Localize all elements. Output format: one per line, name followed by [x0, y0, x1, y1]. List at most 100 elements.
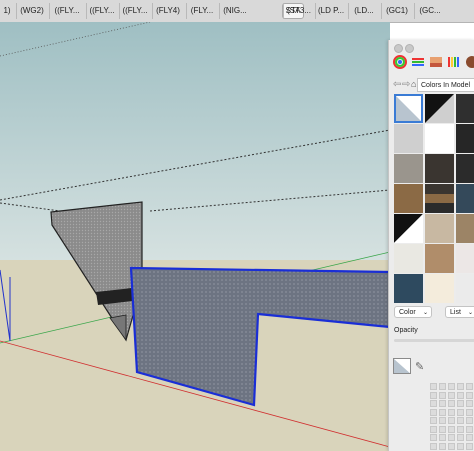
document-tab[interactable]: (GC...: [414, 3, 445, 19]
home-icon[interactable]: ⌂: [411, 79, 416, 89]
palette-cell[interactable]: [448, 408, 455, 416]
palette-cell[interactable]: [466, 408, 473, 416]
palette-cell[interactable]: [439, 400, 446, 407]
material-swatch-black-white[interactable]: [425, 94, 454, 123]
material-swatch-off-white[interactable]: [394, 244, 423, 273]
document-tab[interactable]: ((FLY...: [49, 3, 84, 19]
material-swatch-stone[interactable]: [394, 154, 423, 183]
palette-cell[interactable]: [439, 417, 446, 424]
document-tab-bar: 1) (WG2) ((FLY... ((FLY... ((FLY... (FLY4) (FL…: [0, 0, 474, 23]
palette-grid: [430, 383, 474, 451]
scene-canvas[interactable]: [0, 22, 390, 451]
opacity-slider[interactable]: [394, 339, 474, 342]
material-swatch-mixed-brown[interactable]: [425, 184, 454, 213]
material-swatch-dark-wood[interactable]: [425, 154, 454, 183]
opacity-label: Opacity: [394, 327, 418, 334]
document-tab[interactable]: (ST3...: [283, 3, 314, 19]
minimize-window-button[interactable]: [405, 44, 414, 53]
palette-cell[interactable]: [448, 442, 455, 450]
document-tab[interactable]: (LD P...: [315, 3, 346, 19]
palette-cell[interactable]: [439, 408, 446, 416]
view-mode-value: List: [450, 309, 461, 316]
document-tab[interactable]: (WG2): [16, 3, 47, 19]
palette-cell[interactable]: [448, 417, 455, 424]
palette-cell[interactable]: [457, 434, 464, 441]
palette-cell[interactable]: [466, 391, 473, 399]
palette-cell[interactable]: [466, 383, 473, 390]
color-mode-value: Color: [399, 309, 416, 316]
palette-cell[interactable]: [466, 434, 473, 441]
palette-cell[interactable]: [448, 400, 455, 407]
palette-cell[interactable]: [439, 425, 446, 433]
palette-cell[interactable]: [430, 425, 437, 433]
material-swatch-light-gray[interactable]: [394, 124, 423, 153]
material-swatch-cream[interactable]: [425, 274, 454, 303]
material-swatch-white-marble[interactable]: [456, 244, 474, 273]
document-tab[interactable]: (FLY...: [186, 3, 217, 19]
sample-paint-eyedropper-icon[interactable]: ✎: [415, 360, 424, 373]
palette-cell[interactable]: [457, 425, 464, 433]
color-wheel-icon[interactable]: [393, 55, 407, 69]
document-tab[interactable]: ((FLY...: [119, 3, 150, 19]
palette-cell[interactable]: [430, 442, 437, 450]
color-mode-select[interactable]: Color ⌄: [394, 306, 432, 318]
palette-cell[interactable]: [457, 408, 464, 416]
palette-cell[interactable]: [466, 425, 473, 433]
palette-cell[interactable]: [448, 391, 455, 399]
palette-cell[interactable]: [457, 442, 464, 450]
material-swatch-pale-gray[interactable]: [456, 274, 474, 303]
chevron-down-icon: ⌄: [467, 310, 473, 316]
color-sliders-icon[interactable]: [411, 55, 425, 69]
palette-cell[interactable]: [466, 400, 473, 407]
crayons-icon[interactable]: [447, 55, 461, 69]
material-swatch-light-wood[interactable]: [425, 244, 454, 273]
view-mode-select[interactable]: List ⌄: [445, 306, 474, 318]
material-swatch-black-white-split[interactable]: [394, 214, 423, 243]
material-swatch-tan-tile[interactable]: [456, 214, 474, 243]
palette-cell[interactable]: [430, 400, 437, 407]
palette-cell[interactable]: [430, 391, 437, 399]
back-arrow-icon[interactable]: ⇦: [393, 79, 401, 90]
palette-cell[interactable]: [439, 391, 446, 399]
palette-cell[interactable]: [457, 391, 464, 399]
palette-cell[interactable]: [430, 417, 437, 424]
palette-cell[interactable]: [448, 425, 455, 433]
palette-cell[interactable]: [466, 442, 473, 450]
palette-cell[interactable]: [430, 408, 437, 416]
close-window-button[interactable]: [394, 44, 403, 53]
materials-panel: ⇦ ⇨ ⌂ Colors In Model Color ⌄ List ⌄ Opaci…: [388, 40, 474, 451]
document-tab[interactable]: 1): [0, 3, 14, 19]
materials-icon[interactable]: [465, 55, 474, 69]
palette-cell[interactable]: [430, 383, 437, 390]
palette-cell[interactable]: [448, 383, 455, 390]
library-name-field[interactable]: Colors In Model: [417, 78, 474, 92]
document-tab[interactable]: (FLY4): [152, 3, 183, 19]
material-swatch-blue-granite[interactable]: [456, 184, 474, 213]
document-tab[interactable]: ((FLY...: [86, 3, 117, 19]
palette-cell[interactable]: [466, 417, 473, 424]
palette-cell[interactable]: [439, 383, 446, 390]
palette-cell[interactable]: [430, 434, 437, 441]
forward-arrow-icon[interactable]: ⇨: [402, 79, 410, 90]
material-swatch-dark-gray[interactable]: [456, 94, 474, 123]
palette-cell[interactable]: [457, 383, 464, 390]
material-swatch-default-front-back[interactable]: [394, 94, 423, 123]
palette-cell[interactable]: [439, 442, 446, 450]
palette-cell[interactable]: [439, 434, 446, 441]
material-swatch-dark-stone[interactable]: [456, 154, 474, 183]
document-tab[interactable]: (LD...: [348, 3, 379, 19]
model-viewport[interactable]: [0, 22, 390, 451]
material-swatch-grid: [394, 94, 474, 304]
palette-cell[interactable]: [457, 417, 464, 424]
palette-cell[interactable]: [457, 400, 464, 407]
document-tab[interactable]: (NIG...: [219, 3, 250, 19]
material-swatch-oak-wood[interactable]: [394, 184, 423, 213]
document-tab[interactable]: (GC1): [381, 3, 412, 19]
image-icon[interactable]: [429, 55, 443, 69]
material-swatch-charcoal[interactable]: [456, 124, 474, 153]
material-swatch-navy-blue[interactable]: [394, 274, 423, 303]
material-swatch-white[interactable]: [425, 124, 454, 153]
current-material-swatch[interactable]: [393, 358, 411, 374]
material-swatch-beige-marble[interactable]: [425, 214, 454, 243]
palette-cell[interactable]: [448, 434, 455, 441]
